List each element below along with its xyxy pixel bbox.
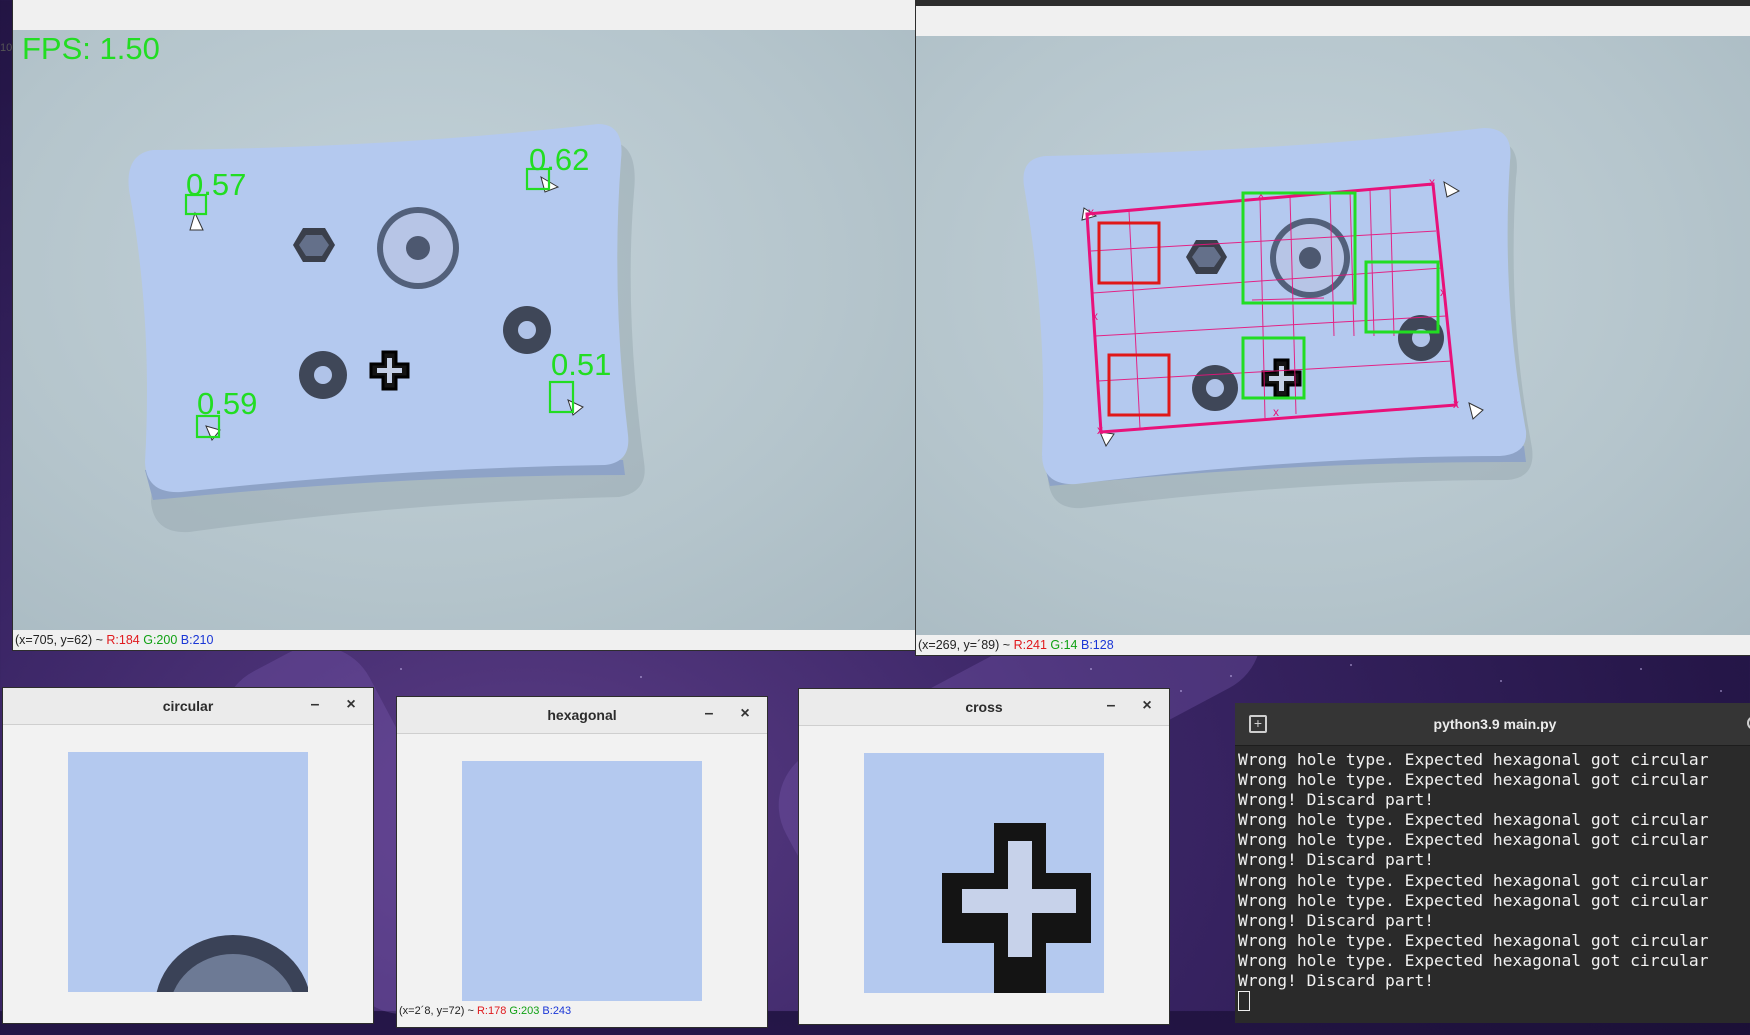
left-pixel-status: (x=705, y=62) ~ R:184 G:200 B:210 — [13, 630, 916, 650]
hexagonal-window: hexagonal – × (x=2´8, y=72) ~ R:178 G:20… — [397, 697, 767, 1027]
window-titlebar[interactable]: cross – × — [799, 689, 1169, 726]
minimize-icon[interactable]: – — [697, 697, 721, 733]
right-image-window: x x x x x x x x (x=269, y=´89) ~ R:241 G… — [916, 0, 1750, 655]
desktop-star — [1350, 664, 1352, 666]
terminal-line: Wrong hole type. Expected hexagonal got … — [1238, 950, 1709, 970]
terminal-line: Wrong! Discard part! — [1238, 790, 1435, 810]
right-scene-svg: x x x x x x x x — [1023, 128, 1533, 509]
terminal-line: Wrong! Discard part! — [1238, 850, 1435, 870]
fps-label: FPS: 1.50 — [22, 31, 160, 66]
cursor-coords: (x=705, y=62) ~ — [15, 633, 103, 647]
window-titlebar[interactable]: circular – × — [3, 688, 373, 725]
pixel-red-value: R:241 — [1013, 638, 1047, 652]
close-icon[interactable]: × — [1135, 689, 1159, 725]
desktop-star — [1720, 690, 1722, 692]
desktop-star — [400, 668, 402, 670]
terminal-line: Wrong hole type. Expected hexagonal got … — [1238, 870, 1709, 890]
grid-point-marker: x — [1273, 405, 1279, 419]
circular-hole-left-center — [1206, 379, 1224, 397]
grid-point-marker: x — [1088, 205, 1094, 219]
hexagonal-crop-image — [462, 761, 702, 1001]
minimize-icon[interactable]: – — [1099, 689, 1123, 725]
pixel-red-value: R:178 — [476, 1005, 507, 1017]
circular-hole-right-center — [518, 321, 536, 339]
grid-point-marker: x — [1097, 423, 1103, 437]
window-toolbar — [916, 0, 1750, 37]
cursor-coords: (x=269, y=´89) ~ — [918, 638, 1011, 652]
terminal-line: Wrong hole type. Expected hexagonal got … — [1238, 810, 1709, 830]
crop-svg — [156, 935, 308, 992]
grid-point-marker: x — [1429, 175, 1435, 189]
desktop-star — [1180, 690, 1182, 692]
close-icon[interactable]: × — [339, 688, 363, 724]
left-image-window: 0.57 0.62 0.59 0.51 FPS: 1.50 (x=705, y=… — [13, 0, 916, 650]
pixel-green-value: G:14 — [1050, 638, 1078, 652]
terminal-line: Wrong! Discard part! — [1238, 910, 1435, 930]
hexagonal-pixel-status: (x=2´8, y=72) ~ R:178 G:203 B:243 — [397, 1003, 767, 1019]
grid-point-marker: x — [1440, 285, 1446, 299]
grid-point-marker: x — [1092, 309, 1098, 323]
grid-point-marker: x — [1453, 397, 1459, 411]
terminal-line: Wrong hole type. Expected hexagonal got … — [1238, 890, 1709, 910]
terminal-line: Wrong hole type. Expected hexagonal got … — [1238, 830, 1709, 850]
terminal-line: Wrong hole type. Expected hexagonal got … — [1238, 930, 1709, 950]
window-titlebar[interactable]: hexagonal – × — [397, 697, 767, 734]
cross-crop-image — [864, 753, 1104, 993]
crop-svg — [942, 823, 1091, 993]
corner-score-label: 0.62 — [529, 142, 589, 177]
left-image-canvas[interactable]: 0.57 0.62 0.59 0.51 FPS: 1.50 — [13, 30, 916, 630]
large-circular-hole-center — [1299, 247, 1321, 269]
terminal-line: Wrong! Discard part! — [1238, 971, 1435, 991]
large-circular-hole-center — [406, 236, 430, 260]
desktop-star — [1090, 668, 1092, 670]
right-image-canvas[interactable]: x x x x x x x x — [916, 36, 1750, 635]
right-pixel-status: (x=269, y=´89) ~ R:241 G:14 B:128 — [916, 635, 1750, 655]
pixel-green-value: G:200 — [143, 633, 178, 647]
terminal-title: python3.9 main.py — [1433, 716, 1557, 732]
terminal-line: Wrong hole type. Expected hexagonal got … — [1238, 770, 1709, 790]
corner-score-label: 0.57 — [186, 167, 246, 202]
terminal-window: + python3.9 main.py Wrong hole type. Exp… — [1235, 703, 1750, 1023]
pixel-blue-value: B:243 — [542, 1005, 572, 1017]
terminal-titlebar[interactable]: + python3.9 main.py — [1235, 703, 1750, 746]
circular-window: circular – × — [3, 688, 373, 1023]
cross-window: cross – × — [799, 689, 1169, 1024]
desktop-star — [1230, 675, 1232, 677]
pixel-red-value: R:184 — [106, 633, 140, 647]
pixel-green-value: G:203 — [509, 1005, 540, 1017]
circular-crop-image — [68, 752, 308, 992]
corner-score-label: 0.59 — [197, 386, 257, 421]
terminal-line: Wrong hole type. Expected hexagonal got … — [1238, 750, 1709, 769]
minimize-icon[interactable]: – — [303, 688, 327, 724]
pixel-blue-value: B:210 — [180, 633, 214, 647]
pixel-blue-value: B:128 — [1081, 638, 1114, 652]
circular-hole-left-center — [314, 366, 332, 384]
left-scene-svg: 0.57 0.62 0.59 0.51 FPS: 1.50 — [22, 31, 645, 533]
close-icon[interactable]: × — [733, 697, 757, 733]
cursor-coords: (x=2´8, y=72) ~ — [399, 1005, 474, 1017]
desktop-star — [1500, 680, 1502, 682]
window-toolbar — [13, 0, 916, 31]
terminal-cursor — [1238, 991, 1250, 1012]
terminal-output[interactable]: Wrong hole type. Expected hexagonal got … — [1238, 750, 1709, 1013]
window-edge-label: 10 — [0, 42, 13, 54]
desktop-star — [640, 676, 642, 678]
corner-score-label: 0.51 — [551, 347, 611, 382]
desktop-star — [1640, 668, 1642, 670]
